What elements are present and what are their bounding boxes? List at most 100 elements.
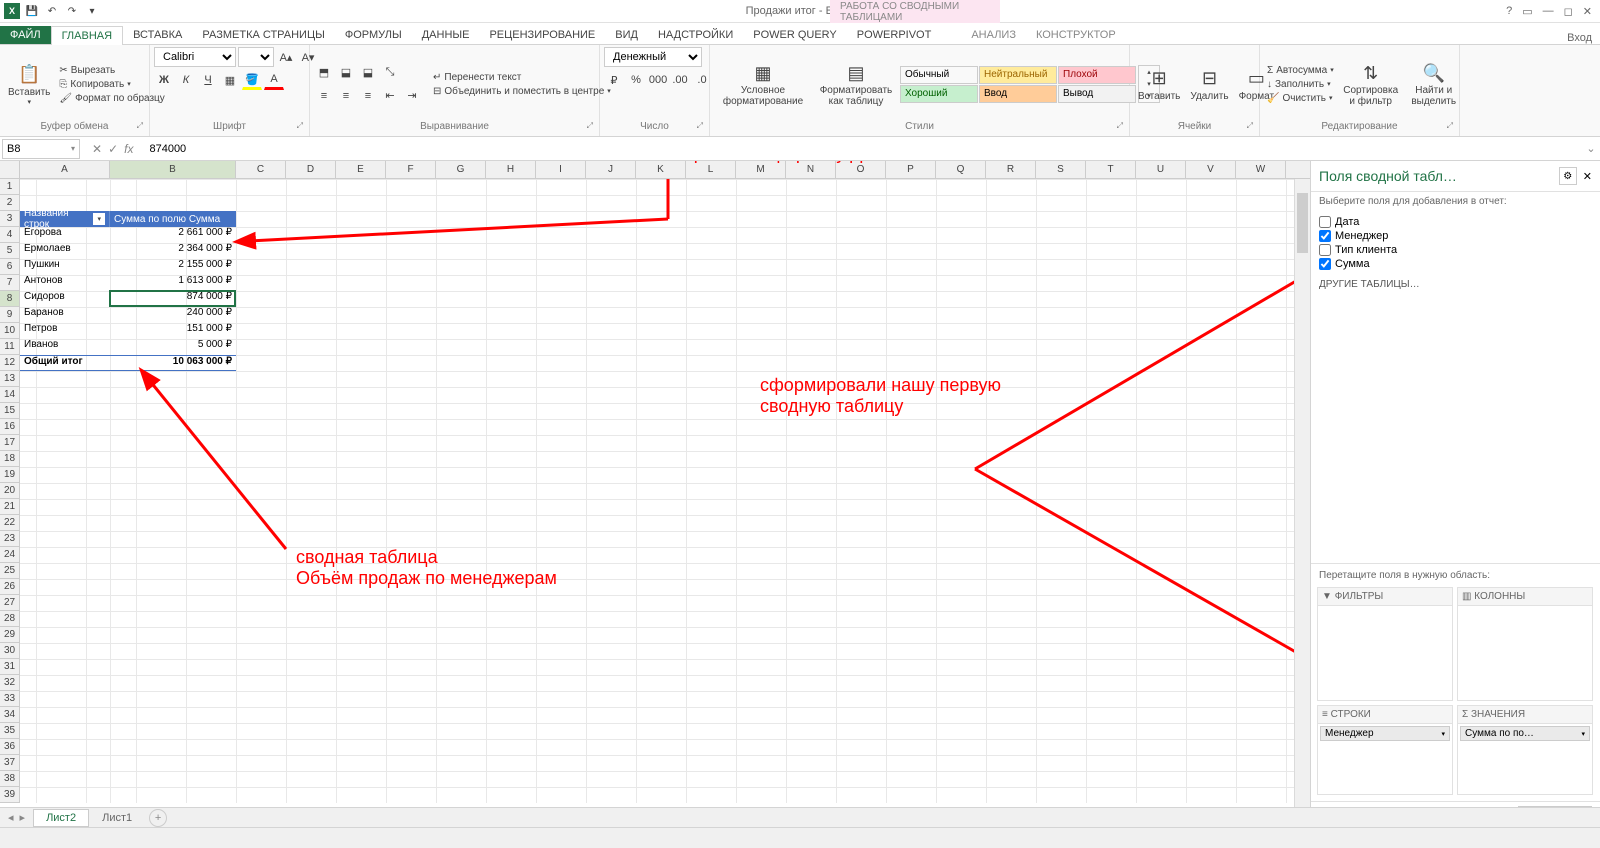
field-checkbox-row[interactable]: Тип клиента (1319, 243, 1592, 257)
field-checkbox-row[interactable]: Дата (1319, 215, 1592, 229)
save-icon[interactable]: 💾 (24, 3, 40, 19)
field-pane-gear-icon[interactable]: ⚙ (1559, 167, 1577, 185)
style-good[interactable]: Хороший (900, 85, 978, 103)
undo-icon[interactable]: ↶ (44, 3, 60, 19)
qat-custom-icon[interactable]: ▾ (84, 3, 100, 19)
area-values[interactable]: Σ ЗНАЧЕНИЯ Сумма по по… (1457, 705, 1593, 795)
tab-powerpivot[interactable]: POWERPIVOT (847, 26, 942, 44)
formula-input[interactable]: 874000 (143, 143, 1582, 155)
underline-icon[interactable]: Ч (198, 70, 218, 90)
tab-analyze[interactable]: АНАЛИЗ (961, 26, 1026, 44)
row-header[interactable]: 30 (0, 643, 19, 659)
tab-view[interactable]: ВИД (605, 26, 648, 44)
paste-button[interactable]: 📋Вставить▾ (4, 61, 54, 108)
pivot-data-row[interactable]: Антонов1 613 000 ₽ (20, 275, 236, 291)
col-header[interactable]: D (286, 161, 336, 178)
name-box[interactable]: B8 (2, 139, 80, 159)
row-header[interactable]: 3 (0, 211, 19, 227)
cancel-formula-icon[interactable]: ✕ (92, 142, 102, 156)
format-as-table-button[interactable]: ▤Форматировать как таблицу (814, 59, 898, 109)
expand-formula-bar-icon[interactable]: ⌄ (1582, 142, 1600, 155)
row-header[interactable]: 5 (0, 243, 19, 259)
col-header[interactable]: T (1086, 161, 1136, 178)
help-icon[interactable]: ? (1506, 5, 1512, 18)
find-select-button[interactable]: 🔍Найти и выделить (1405, 59, 1463, 109)
row-header[interactable]: 31 (0, 659, 19, 675)
row-header[interactable]: 2 (0, 195, 19, 211)
thousands-icon[interactable]: 000 (648, 70, 668, 90)
tab-insert[interactable]: ВСТАВКА (123, 26, 192, 44)
merge-center-button[interactable]: ⊟Объединить и поместить в центре▾ (430, 85, 614, 98)
col-header[interactable]: R (986, 161, 1036, 178)
row-header[interactable]: 6 (0, 259, 19, 275)
insert-cells-button[interactable]: ⊞Вставить (1134, 65, 1184, 104)
autosum-button[interactable]: ΣАвтосумма▾ (1264, 64, 1337, 77)
row-header[interactable]: 25 (0, 563, 19, 579)
row-header[interactable]: 8 (0, 291, 19, 307)
col-header[interactable]: J (586, 161, 636, 178)
row-header[interactable]: 26 (0, 579, 19, 595)
row-header[interactable]: 10 (0, 323, 19, 339)
row-header[interactable]: 12 (0, 355, 19, 371)
font-color-icon[interactable]: A (264, 70, 284, 90)
col-header[interactable]: A (20, 161, 110, 178)
align-left-icon[interactable]: ≡ (314, 86, 334, 106)
col-header[interactable]: F (386, 161, 436, 178)
row-field-chip[interactable]: Менеджер (1320, 726, 1450, 741)
add-sheet-icon[interactable]: + (149, 809, 167, 827)
row-header[interactable]: 9 (0, 307, 19, 323)
tab-addins[interactable]: НАДСТРОЙКИ (648, 26, 743, 44)
tab-design[interactable]: КОНСТРУКТОР (1026, 26, 1126, 44)
pivot-total-label[interactable]: Общий итог (20, 356, 110, 370)
col-header[interactable]: K (636, 161, 686, 178)
indent-increase-icon[interactable]: ⇥ (402, 86, 422, 106)
field-checkbox[interactable] (1319, 244, 1331, 256)
row-header[interactable]: 4 (0, 227, 19, 243)
italic-icon[interactable]: К (176, 70, 196, 90)
pivot-data-row[interactable]: Баранов240 000 ₽ (20, 307, 236, 323)
style-output[interactable]: Вывод (1058, 85, 1136, 103)
col-header[interactable]: H (486, 161, 536, 178)
value-field-chip[interactable]: Сумма по по… (1460, 726, 1590, 741)
col-header[interactable]: C (236, 161, 286, 178)
col-header[interactable]: V (1186, 161, 1236, 178)
style-neutral[interactable]: Нейтральный (979, 66, 1057, 84)
area-rows[interactable]: ≡ СТРОКИ Менеджер (1317, 705, 1453, 795)
style-bad[interactable]: Плохой (1058, 66, 1136, 84)
field-pane-close-icon[interactable]: ✕ (1583, 170, 1592, 183)
align-right-icon[interactable]: ≡ (358, 86, 378, 106)
row-header[interactable]: 13 (0, 371, 19, 387)
font-name-select[interactable]: Calibri (154, 47, 236, 67)
conditional-format-button[interactable]: ▦Условное форматирование (714, 59, 812, 109)
row-header[interactable]: 27 (0, 595, 19, 611)
row-header[interactable]: 15 (0, 403, 19, 419)
align-middle-icon[interactable]: ⬓ (336, 63, 356, 83)
style-normal[interactable]: Обычный (900, 66, 978, 84)
grow-font-icon[interactable]: A▴ (276, 47, 296, 67)
row-header[interactable]: 32 (0, 675, 19, 691)
bold-icon[interactable]: Ж (154, 70, 174, 90)
row-header[interactable]: 39 (0, 787, 19, 803)
field-checkbox[interactable] (1319, 230, 1331, 242)
sort-filter-button[interactable]: ⇅Сортировка и фильтр (1339, 59, 1403, 109)
row-header[interactable]: 28 (0, 611, 19, 627)
tab-powerquery[interactable]: POWER QUERY (743, 26, 847, 44)
row-header[interactable]: 18 (0, 451, 19, 467)
row-header[interactable]: 24 (0, 547, 19, 563)
fill-color-icon[interactable]: 🪣 (242, 70, 262, 90)
select-all-corner[interactable] (0, 161, 20, 178)
other-tables-link[interactable]: ДРУГИЕ ТАБЛИЦЫ… (1311, 275, 1600, 294)
percent-icon[interactable]: % (626, 70, 646, 90)
col-header[interactable]: U (1136, 161, 1186, 178)
wrap-text-button[interactable]: ↵Перенести текст (430, 71, 614, 84)
field-checkbox-row[interactable]: Сумма (1319, 257, 1592, 271)
col-header[interactable]: E (336, 161, 386, 178)
tab-review[interactable]: РЕЦЕНЗИРОВАНИЕ (479, 26, 605, 44)
increase-decimal-icon[interactable]: .00 (670, 70, 690, 90)
vertical-scrollbar[interactable] (1294, 179, 1310, 827)
row-header[interactable]: 35 (0, 723, 19, 739)
orientation-icon[interactable]: ⤡ (380, 63, 400, 83)
row-header[interactable]: 7 (0, 275, 19, 291)
row-header[interactable]: 1 (0, 179, 19, 195)
col-header[interactable]: Q (936, 161, 986, 178)
